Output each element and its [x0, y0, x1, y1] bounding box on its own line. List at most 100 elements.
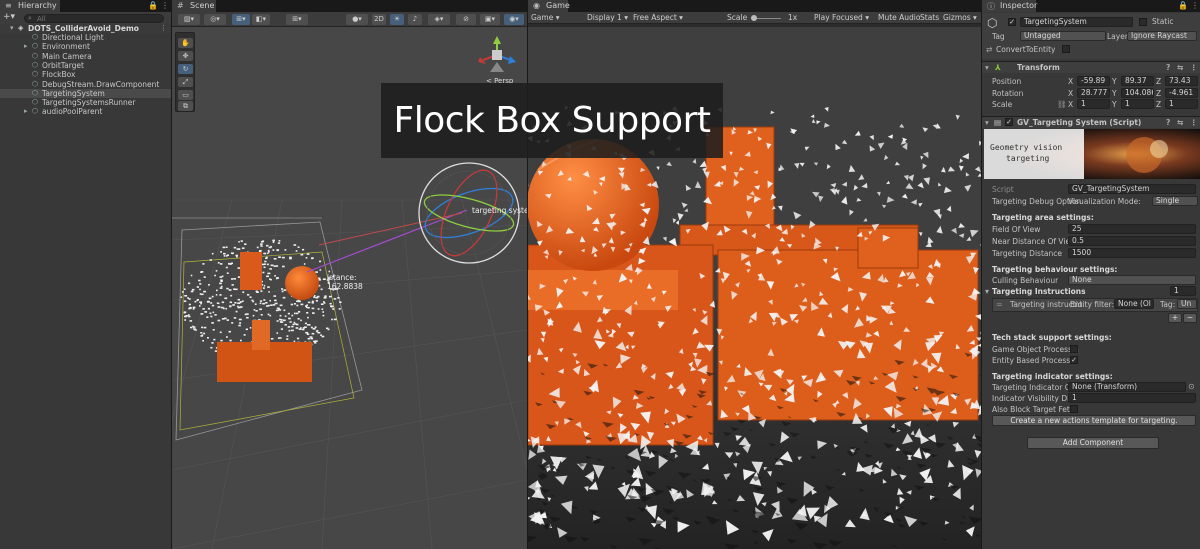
scene-camera-button[interactable]: ◎▾: [204, 14, 226, 25]
position-z-field[interactable]: 73.43: [1165, 76, 1198, 86]
play-focused-dropdown[interactable]: Play Focused ▾: [814, 13, 869, 22]
rotation-y-field[interactable]: 104.086: [1121, 87, 1154, 98]
add-instruction-button[interactable]: +: [1168, 313, 1182, 323]
hierarchy-item[interactable]: ▸ ⬡ audioPoolParent: [0, 107, 171, 116]
lighting-toggle[interactable]: ☀: [390, 14, 404, 25]
create-template-button[interactable]: Create a new actions template for target…: [992, 415, 1196, 426]
hierarchy-item[interactable]: ⬡ Directional Light: [0, 33, 171, 42]
transform-header[interactable]: ▾ ⅄ Transform ? ⇆ ⋮: [982, 61, 1200, 73]
draw-mode-button[interactable]: ▨▾: [178, 14, 200, 25]
expand-arrow-icon[interactable]: ▸: [24, 42, 28, 51]
audio-toggle[interactable]: ♪: [408, 14, 422, 25]
scale-z-field[interactable]: 1: [1165, 99, 1198, 109]
snap-increment-button[interactable]: ⊞▾: [286, 14, 308, 25]
rotation-z-field[interactable]: -4.961: [1165, 87, 1198, 98]
entity-filter-field[interactable]: None (Ol: [1114, 299, 1154, 309]
block-target-checkbox[interactable]: [1070, 405, 1078, 413]
mute-audio-toggle[interactable]: Mute Audio: [878, 13, 920, 22]
tab-scene[interactable]: # Scene: [172, 0, 216, 12]
script-help-icon[interactable]: ?: [1166, 117, 1170, 128]
scale-slider-thumb[interactable]: [751, 15, 757, 21]
script-more-icon[interactable]: ⋮: [1190, 117, 1198, 128]
hierarchy-item[interactable]: ⬡ FlockBox: [0, 70, 171, 79]
hand-tool-icon[interactable]: ✋: [178, 38, 193, 48]
drag-handle-icon[interactable]: =: [996, 300, 1003, 309]
effects-toggle[interactable]: ◈▾: [428, 14, 450, 25]
hidden-objects-toggle[interactable]: ⊘: [456, 14, 476, 25]
hierarchy-item[interactable]: ⬡ Main Camera: [0, 52, 171, 61]
object-picker-icon[interactable]: ⊙: [1188, 382, 1195, 391]
mode-2d-button[interactable]: 2D: [372, 14, 386, 25]
static-checkbox[interactable]: [1139, 18, 1147, 26]
culling-dropdown[interactable]: None: [1068, 275, 1196, 285]
remove-instruction-button[interactable]: −: [1183, 313, 1197, 323]
help-icon[interactable]: ?: [1166, 62, 1170, 73]
transform-tool-icon[interactable]: ⧉: [178, 101, 193, 111]
hierarchy-item[interactable]: ⬡ TargetingSystemsRunner: [0, 98, 171, 107]
near-distance-field[interactable]: 0.5: [1068, 236, 1196, 246]
hierarchy-item[interactable]: ⬡ DebugStream.DrawComponent: [0, 80, 171, 89]
instructions-count-field[interactable]: 1: [1170, 286, 1196, 296]
foldout-arrow-icon[interactable]: ▾: [985, 62, 989, 73]
component-more-icon[interactable]: ⋮: [1190, 62, 1198, 73]
entity-processing-checkbox[interactable]: ✓: [1070, 356, 1078, 364]
script-header[interactable]: ▾ ▤ ✓ GV_Targeting System (Script) ? ⇆ ⋮: [982, 116, 1200, 128]
position-x-field[interactable]: -59.89: [1077, 76, 1110, 86]
tab-hierarchy[interactable]: ≡ Hierarchy: [0, 0, 60, 12]
global-button[interactable]: ◧▾: [252, 14, 270, 25]
tab-inspector[interactable]: ⓘ Inspector: [982, 0, 1037, 12]
camera-settings-button[interactable]: ▣▾: [480, 14, 500, 25]
rotate-tool-icon[interactable]: ↻: [178, 64, 193, 74]
targeting-distance-field[interactable]: 1500: [1068, 248, 1196, 258]
indicator-object-field[interactable]: None (Transform): [1068, 382, 1186, 392]
pivot-button[interactable]: ⊞▾: [232, 14, 250, 25]
scale-y-field[interactable]: 1: [1121, 99, 1154, 109]
expand-arrow-icon[interactable]: ▾: [10, 24, 14, 33]
convert-checkbox[interactable]: [1062, 45, 1070, 53]
lock-icon[interactable]: 🔒: [148, 1, 158, 10]
hierarchy-item[interactable]: ⬡ OrbitTarget: [0, 61, 171, 70]
tab-game[interactable]: ◉ Game: [528, 0, 570, 12]
expand-arrow-icon[interactable]: ▸: [24, 107, 28, 116]
position-y-field[interactable]: 89.37: [1121, 76, 1154, 86]
hierarchy-item[interactable]: ▸ ⬡ Environment: [0, 42, 171, 51]
script-foldout-icon[interactable]: ▾: [985, 117, 989, 128]
active-checkbox[interactable]: ✓: [1008, 18, 1016, 26]
scale-slider[interactable]: [751, 15, 781, 21]
scene-more-icon[interactable]: ⋮: [160, 24, 167, 33]
scale-x-field[interactable]: 1: [1077, 99, 1110, 109]
preset-icon[interactable]: ⇆: [1177, 62, 1183, 73]
layer-dropdown[interactable]: Ignore Raycast: [1127, 31, 1197, 41]
game-mode-dropdown[interactable]: Game ▾: [531, 13, 559, 22]
script-reference-field[interactable]: GV_TargetingSystem: [1068, 184, 1196, 194]
aspect-dropdown[interactable]: Free Aspect ▾: [633, 13, 683, 22]
fov-field[interactable]: 25: [1068, 224, 1196, 234]
object-name-field[interactable]: TargetingSystem: [1020, 17, 1133, 27]
instructions-foldout-icon[interactable]: ▾: [985, 287, 989, 296]
display-dropdown[interactable]: Display 1 ▾: [587, 13, 628, 22]
script-enabled-checkbox[interactable]: ✓: [1005, 118, 1013, 126]
inspector-more-icon[interactable]: ⋮: [1191, 1, 1199, 10]
hierarchy-item[interactable]: ⬡ TargetingSystem: [0, 88, 171, 98]
shading-mode-button[interactable]: ●▾: [346, 14, 368, 25]
visibility-distance-field[interactable]: 1: [1068, 393, 1196, 403]
hierarchy-search-input[interactable]: ⌕ All: [24, 14, 164, 23]
instruction-tag-dropdown[interactable]: Un: [1177, 299, 1197, 309]
constrain-proportions-icon[interactable]: ⛓: [1057, 99, 1067, 110]
gizmos-dropdown[interactable]: Gizmos ▾: [943, 13, 977, 22]
scale-tool-icon[interactable]: ⤢: [178, 77, 193, 87]
inspector-lock-icon[interactable]: 🔒: [1178, 1, 1188, 10]
more-options-icon[interactable]: ⋮: [161, 1, 169, 10]
move-tool-icon[interactable]: ✥: [178, 51, 193, 61]
rotation-x-field[interactable]: 28.777: [1077, 87, 1110, 98]
tag-dropdown[interactable]: Untagged: [1020, 31, 1106, 41]
rect-tool-icon[interactable]: ▭: [178, 90, 193, 100]
add-component-button[interactable]: Add Component: [1027, 437, 1159, 449]
go-processing-checkbox[interactable]: [1070, 345, 1078, 353]
stats-toggle[interactable]: Stats: [920, 13, 939, 22]
vis-mode-dropdown[interactable]: Single: [1152, 196, 1198, 206]
add-icon[interactable]: +▾: [3, 12, 15, 22]
scene-root-row[interactable]: ▾ ◈ DOTS_ColliderAvoid_Demo ⋮: [0, 24, 171, 33]
gizmos-toggle[interactable]: ◉▾: [504, 14, 524, 25]
script-preset-icon[interactable]: ⇆: [1177, 117, 1183, 128]
